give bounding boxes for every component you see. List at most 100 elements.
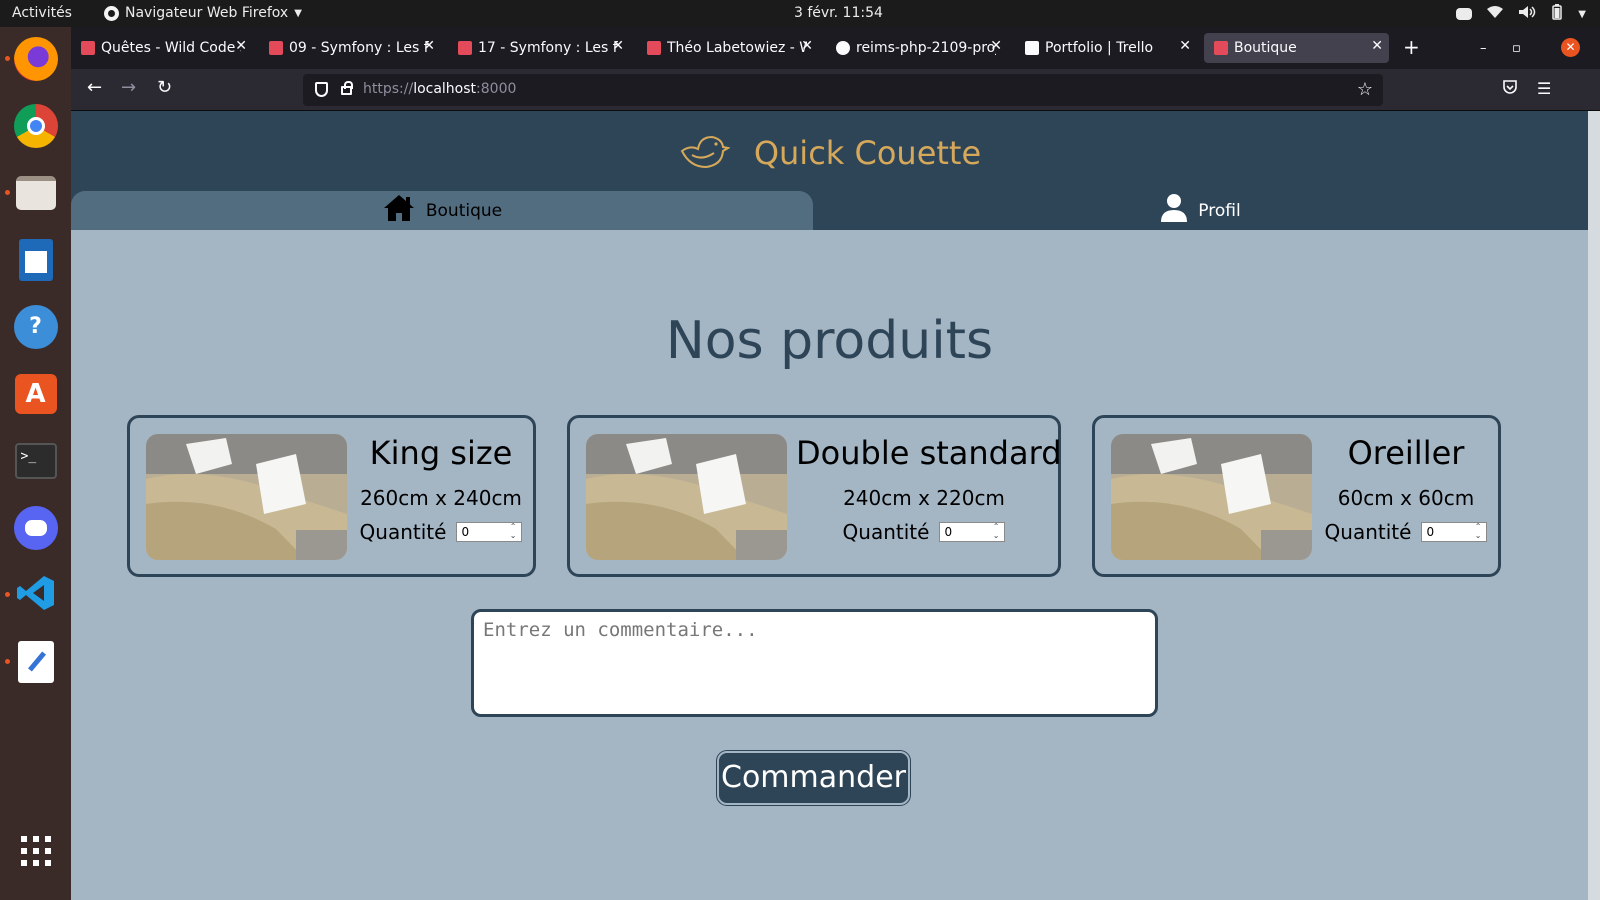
firefox-dock-item[interactable]: [5, 35, 59, 82]
software-dock-item[interactable]: A: [12, 370, 59, 417]
github-icon: [836, 41, 850, 55]
site-brand[interactable]: Quick Couette: [71, 131, 1588, 175]
lock-icon[interactable]: [341, 81, 353, 95]
tab-title: Quêtes - Wild Code S: [101, 40, 241, 56]
product-photo: [146, 434, 347, 560]
tab-close-icon[interactable]: ✕: [612, 38, 624, 54]
quantity-label: Quantité: [1324, 520, 1412, 544]
tab-close-icon[interactable]: ✕: [1371, 38, 1383, 54]
minimize-icon[interactable]: –: [1480, 41, 1487, 56]
tab-title: 17 - Symfony : Les fix: [478, 40, 618, 56]
user-icon: [1160, 193, 1188, 228]
product-name: King size: [369, 434, 513, 472]
system-menu-caret-icon: ▼: [1578, 8, 1586, 20]
vscode-dock-item[interactable]: [5, 571, 59, 618]
product-info: King size 260cm x 240cm Quantité 0 ⌃ ⌄: [356, 434, 526, 544]
nav-tab-shop[interactable]: Boutique: [71, 191, 813, 230]
bookmark-star-icon[interactable]: ☆: [1357, 79, 1373, 100]
tab-close-icon[interactable]: ✕: [801, 38, 813, 54]
browser-tab[interactable]: Théo Labetowiez - W ✕: [637, 33, 819, 63]
product-photo: [586, 434, 787, 560]
nav-tab-shop-label: Boutique: [425, 200, 503, 221]
quantity-row: Quantité 0 ⌃ ⌄: [796, 520, 1052, 544]
browser-tab[interactable]: 09 - Symfony : Les fix ✕: [259, 33, 441, 63]
forward-arrow-icon[interactable]: →: [121, 79, 136, 97]
product-card: King size 260cm x 240cm Quantité 0 ⌃ ⌄: [127, 415, 536, 577]
stepper-arrows-icon[interactable]: ⌃ ⌄: [993, 522, 1000, 540]
order-button[interactable]: Commander: [717, 751, 910, 805]
app-grid-button[interactable]: [12, 827, 59, 874]
files-dock-item[interactable]: [5, 169, 59, 216]
battery-icon: [1550, 4, 1564, 24]
tab-close-icon[interactable]: ✕: [1179, 38, 1191, 54]
pocket-icon[interactable]: [1502, 79, 1518, 99]
comment-textarea[interactable]: Entrez un commentaire...: [471, 609, 1158, 717]
tab-favicon-icon: [1214, 41, 1228, 55]
product-info: Double standard 240cm x 220cm Quantité 0…: [796, 434, 1062, 544]
page-scrollbar[interactable]: [1588, 111, 1600, 900]
browser-tab-active[interactable]: Boutique ✕: [1204, 33, 1389, 63]
quantity-label: Quantité: [359, 520, 447, 544]
firefox-icon: [13, 36, 58, 81]
site-header: Quick Couette Boutique Profil: [71, 111, 1588, 230]
help-icon: ?: [13, 304, 58, 349]
help-dock-item[interactable]: ?: [12, 303, 59, 350]
system-top-bar: Activités Navigateur Web Firefox ▼ 3 fév…: [0, 0, 1600, 27]
product-photo: [1111, 434, 1312, 560]
bird-logo-icon: [678, 131, 731, 175]
tab-favicon-icon: [269, 41, 283, 55]
chrome-icon: [13, 103, 58, 148]
new-tab-icon[interactable]: +: [1403, 37, 1420, 57]
nav-tab-profile-label: Profil: [1198, 200, 1241, 221]
browser-tab[interactable]: Portfolio | Trello ✕: [1015, 33, 1197, 63]
browser-nav-bar: ← → ↻ https://localhost:8000 ☆ ☰: [71, 69, 1600, 111]
quantity-label: Quantité: [842, 520, 930, 544]
product-dimensions: 260cm x 240cm: [360, 486, 522, 510]
quantity-stepper[interactable]: 0 ⌃ ⌄: [939, 522, 1006, 542]
maximize-icon[interactable]: ▫: [1512, 41, 1521, 56]
trello-icon: [1025, 41, 1039, 55]
url-text[interactable]: https://localhost:8000: [363, 81, 516, 97]
browser-tab[interactable]: 17 - Symfony : Les fix ✕: [448, 33, 630, 63]
system-tray[interactable]: ▼: [1456, 4, 1586, 24]
chrome-dock-item[interactable]: [12, 102, 59, 149]
terminal-icon: >_: [14, 442, 57, 479]
app-menu-label: Navigateur Web Firefox: [125, 5, 289, 21]
tab-close-icon[interactable]: ✕: [423, 38, 435, 54]
quantity-stepper[interactable]: 0 ⌃ ⌄: [1421, 522, 1488, 542]
tab-close-icon[interactable]: ✕: [235, 38, 247, 54]
quantity-stepper[interactable]: 0 ⌃ ⌄: [456, 522, 523, 542]
hamburger-menu-icon[interactable]: ☰: [1537, 79, 1551, 98]
site-nav: Boutique Profil: [71, 191, 1588, 230]
running-indicator: [5, 190, 10, 195]
product-card: Oreiller 60cm x 60cm Quantité 0 ⌃ ⌄: [1092, 415, 1501, 577]
browser-tab[interactable]: Quêtes - Wild Code S ✕: [71, 33, 253, 63]
text-editor-dock-item[interactable]: [5, 638, 59, 685]
discord-tray-icon: [1456, 8, 1473, 20]
tab-close-icon[interactable]: ✕: [990, 38, 1002, 54]
firefox-mini-icon: [104, 5, 119, 21]
clock[interactable]: 3 févr. 11:54: [794, 5, 883, 21]
back-arrow-icon[interactable]: ←: [87, 79, 102, 97]
quantity-row: Quantité 0 ⌃ ⌄: [1321, 520, 1491, 544]
url-bar[interactable]: https://localhost:8000 ☆: [303, 74, 1383, 106]
activities-button[interactable]: Activités: [12, 5, 72, 21]
tab-title: reims-php-2109-proj: [856, 40, 996, 56]
terminal-dock-item[interactable]: >_: [12, 437, 59, 484]
reload-icon[interactable]: ↻: [157, 79, 172, 97]
discord-dock-item[interactable]: [12, 504, 59, 551]
browser-tab[interactable]: reims-php-2109-proj ✕: [826, 33, 1008, 63]
tracking-shield-icon[interactable]: [315, 82, 328, 97]
dock: ? A >_: [0, 27, 71, 900]
quantity-value: 0: [1426, 525, 1435, 539]
discord-icon: [13, 505, 58, 550]
app-menu[interactable]: Navigateur Web Firefox ▼: [104, 5, 302, 21]
tab-favicon-icon: [81, 41, 95, 55]
stepper-arrows-icon[interactable]: ⌃ ⌄: [510, 522, 517, 540]
tab-title: 09 - Symfony : Les fix: [289, 40, 429, 56]
writer-dock-item[interactable]: [12, 236, 59, 283]
window-close-icon[interactable]: ✕: [1561, 38, 1580, 57]
quantity-value: 0: [461, 525, 470, 539]
stepper-arrows-icon[interactable]: ⌃ ⌄: [1475, 522, 1482, 540]
nav-tab-profile[interactable]: Profil: [813, 191, 1588, 230]
